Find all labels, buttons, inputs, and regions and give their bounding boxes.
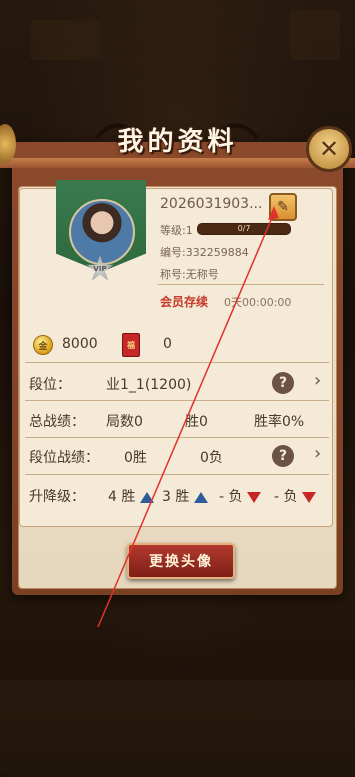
- chevron-right-icon-glyph: ›: [314, 370, 322, 391]
- player-id: 编号:332259884: [160, 246, 249, 259]
- rank-record-wins: 0胜: [124, 450, 147, 466]
- rank-down-arrow-icon: [246, 491, 261, 503]
- divider: [25, 474, 329, 475]
- ticket-icon: 福: [122, 333, 140, 357]
- divider: [25, 400, 329, 401]
- chevron-right-icon-glyph: ›: [314, 443, 322, 464]
- divider: [25, 437, 329, 438]
- promotion-up-2-text: 3 胜: [162, 489, 190, 505]
- close-button[interactable]: ✕: [306, 126, 352, 172]
- ticket-icon-glyph: 福: [127, 340, 135, 350]
- promotion-label: 升降级：: [29, 489, 85, 505]
- level-progress-bar: 0/7: [197, 223, 291, 235]
- coin-count: 8000: [62, 336, 98, 352]
- player-name: 2026031903...: [160, 196, 263, 212]
- rank-record-label: 段位战绩：: [29, 450, 99, 466]
- promotion-down-2: - 负: [274, 486, 316, 506]
- vip-time: 0天00:00:00: [224, 296, 292, 309]
- rank-up-arrow-icon: [139, 491, 154, 503]
- divider: [158, 284, 324, 285]
- promotion-down-1-text: - 负: [219, 489, 243, 505]
- vip-label: 会员存续: [160, 295, 209, 309]
- divider: [25, 362, 329, 363]
- help-icon: ?: [278, 375, 288, 391]
- rank-down-arrow-icon: [301, 491, 316, 503]
- rank-help-button[interactable]: ?: [272, 372, 294, 394]
- ticket-count: 0: [163, 336, 172, 352]
- vip-badge-label: VIP: [93, 265, 107, 273]
- player-title: 称号:无称号: [160, 268, 219, 281]
- promotion-down-2-text: - 负: [274, 489, 298, 505]
- change-avatar-button[interactable]: 更换头像: [127, 543, 235, 579]
- rank-record-chevron-right-icon[interactable]: ›: [314, 443, 321, 464]
- rank-value: 业1_1(1200): [106, 377, 192, 393]
- coin-icon: 金: [33, 335, 53, 355]
- edit-name-button[interactable]: ✎: [269, 193, 297, 221]
- total-wins: 胜0: [185, 414, 208, 430]
- avatar[interactable]: [69, 199, 135, 265]
- rank-label: 段位：: [29, 377, 71, 393]
- dialog-title: 我的资料: [117, 127, 238, 157]
- level-progress-text: 0/7: [237, 224, 251, 233]
- promotion-up-2: 3 胜: [162, 486, 208, 506]
- total-games: 局数0: [106, 414, 143, 430]
- close-icon: ✕: [318, 135, 340, 163]
- total-win-rate: 胜率0%: [254, 414, 305, 430]
- rank-record-losses: 0负: [200, 450, 223, 466]
- help-icon: ?: [278, 448, 288, 464]
- promotion-down-1: - 负: [219, 486, 261, 506]
- rank-record-help-button[interactable]: ?: [272, 445, 294, 467]
- rank-up-arrow-icon: [193, 491, 208, 503]
- rank-chevron-right-icon[interactable]: ›: [314, 370, 321, 391]
- promotion-up-1-text: 4 胜: [108, 489, 136, 505]
- edit-icon: ✎: [277, 199, 289, 215]
- coin-icon-glyph: 金: [38, 341, 48, 352]
- title-strip: [0, 158, 355, 168]
- total-record-label: 总战绩：: [29, 414, 85, 430]
- level-label: 等级:1: [160, 224, 193, 237]
- promotion-up-1: 4 胜: [108, 486, 154, 506]
